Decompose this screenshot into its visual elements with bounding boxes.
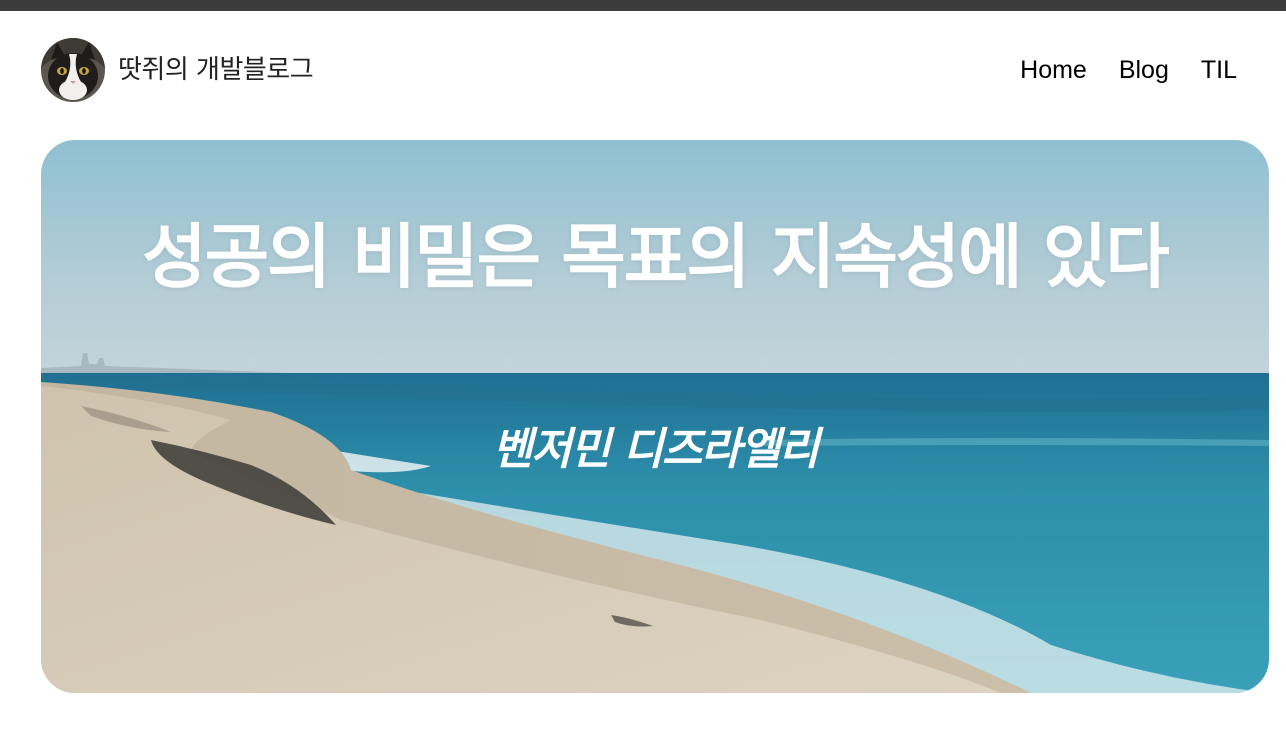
home-logo-link[interactable]: 땃쥐의 개발블로그: [41, 38, 314, 102]
nav-blog-link[interactable]: Blog: [1119, 54, 1169, 86]
main-nav: Home Blog TIL: [1020, 54, 1237, 86]
nav-til-link[interactable]: TIL: [1201, 54, 1237, 86]
hero-quote: 성공의 비밀은 목표의 지속성에 있다: [142, 216, 1169, 298]
hero-banner: 성공의 비밀은 목표의 지속성에 있다 벤저민 디즈라엘리: [41, 140, 1269, 693]
browser-top-bar: [0, 0, 1286, 11]
hero-quote-author: 벤저민 디즈라엘리: [492, 424, 819, 475]
site-header: 땃쥐의 개발블로그 Home Blog TIL: [0, 11, 1286, 129]
cat-avatar-icon: [41, 38, 105, 102]
blog-title: 땃쥐의 개발블로그: [118, 54, 314, 85]
nav-home-link[interactable]: Home: [1020, 54, 1087, 86]
